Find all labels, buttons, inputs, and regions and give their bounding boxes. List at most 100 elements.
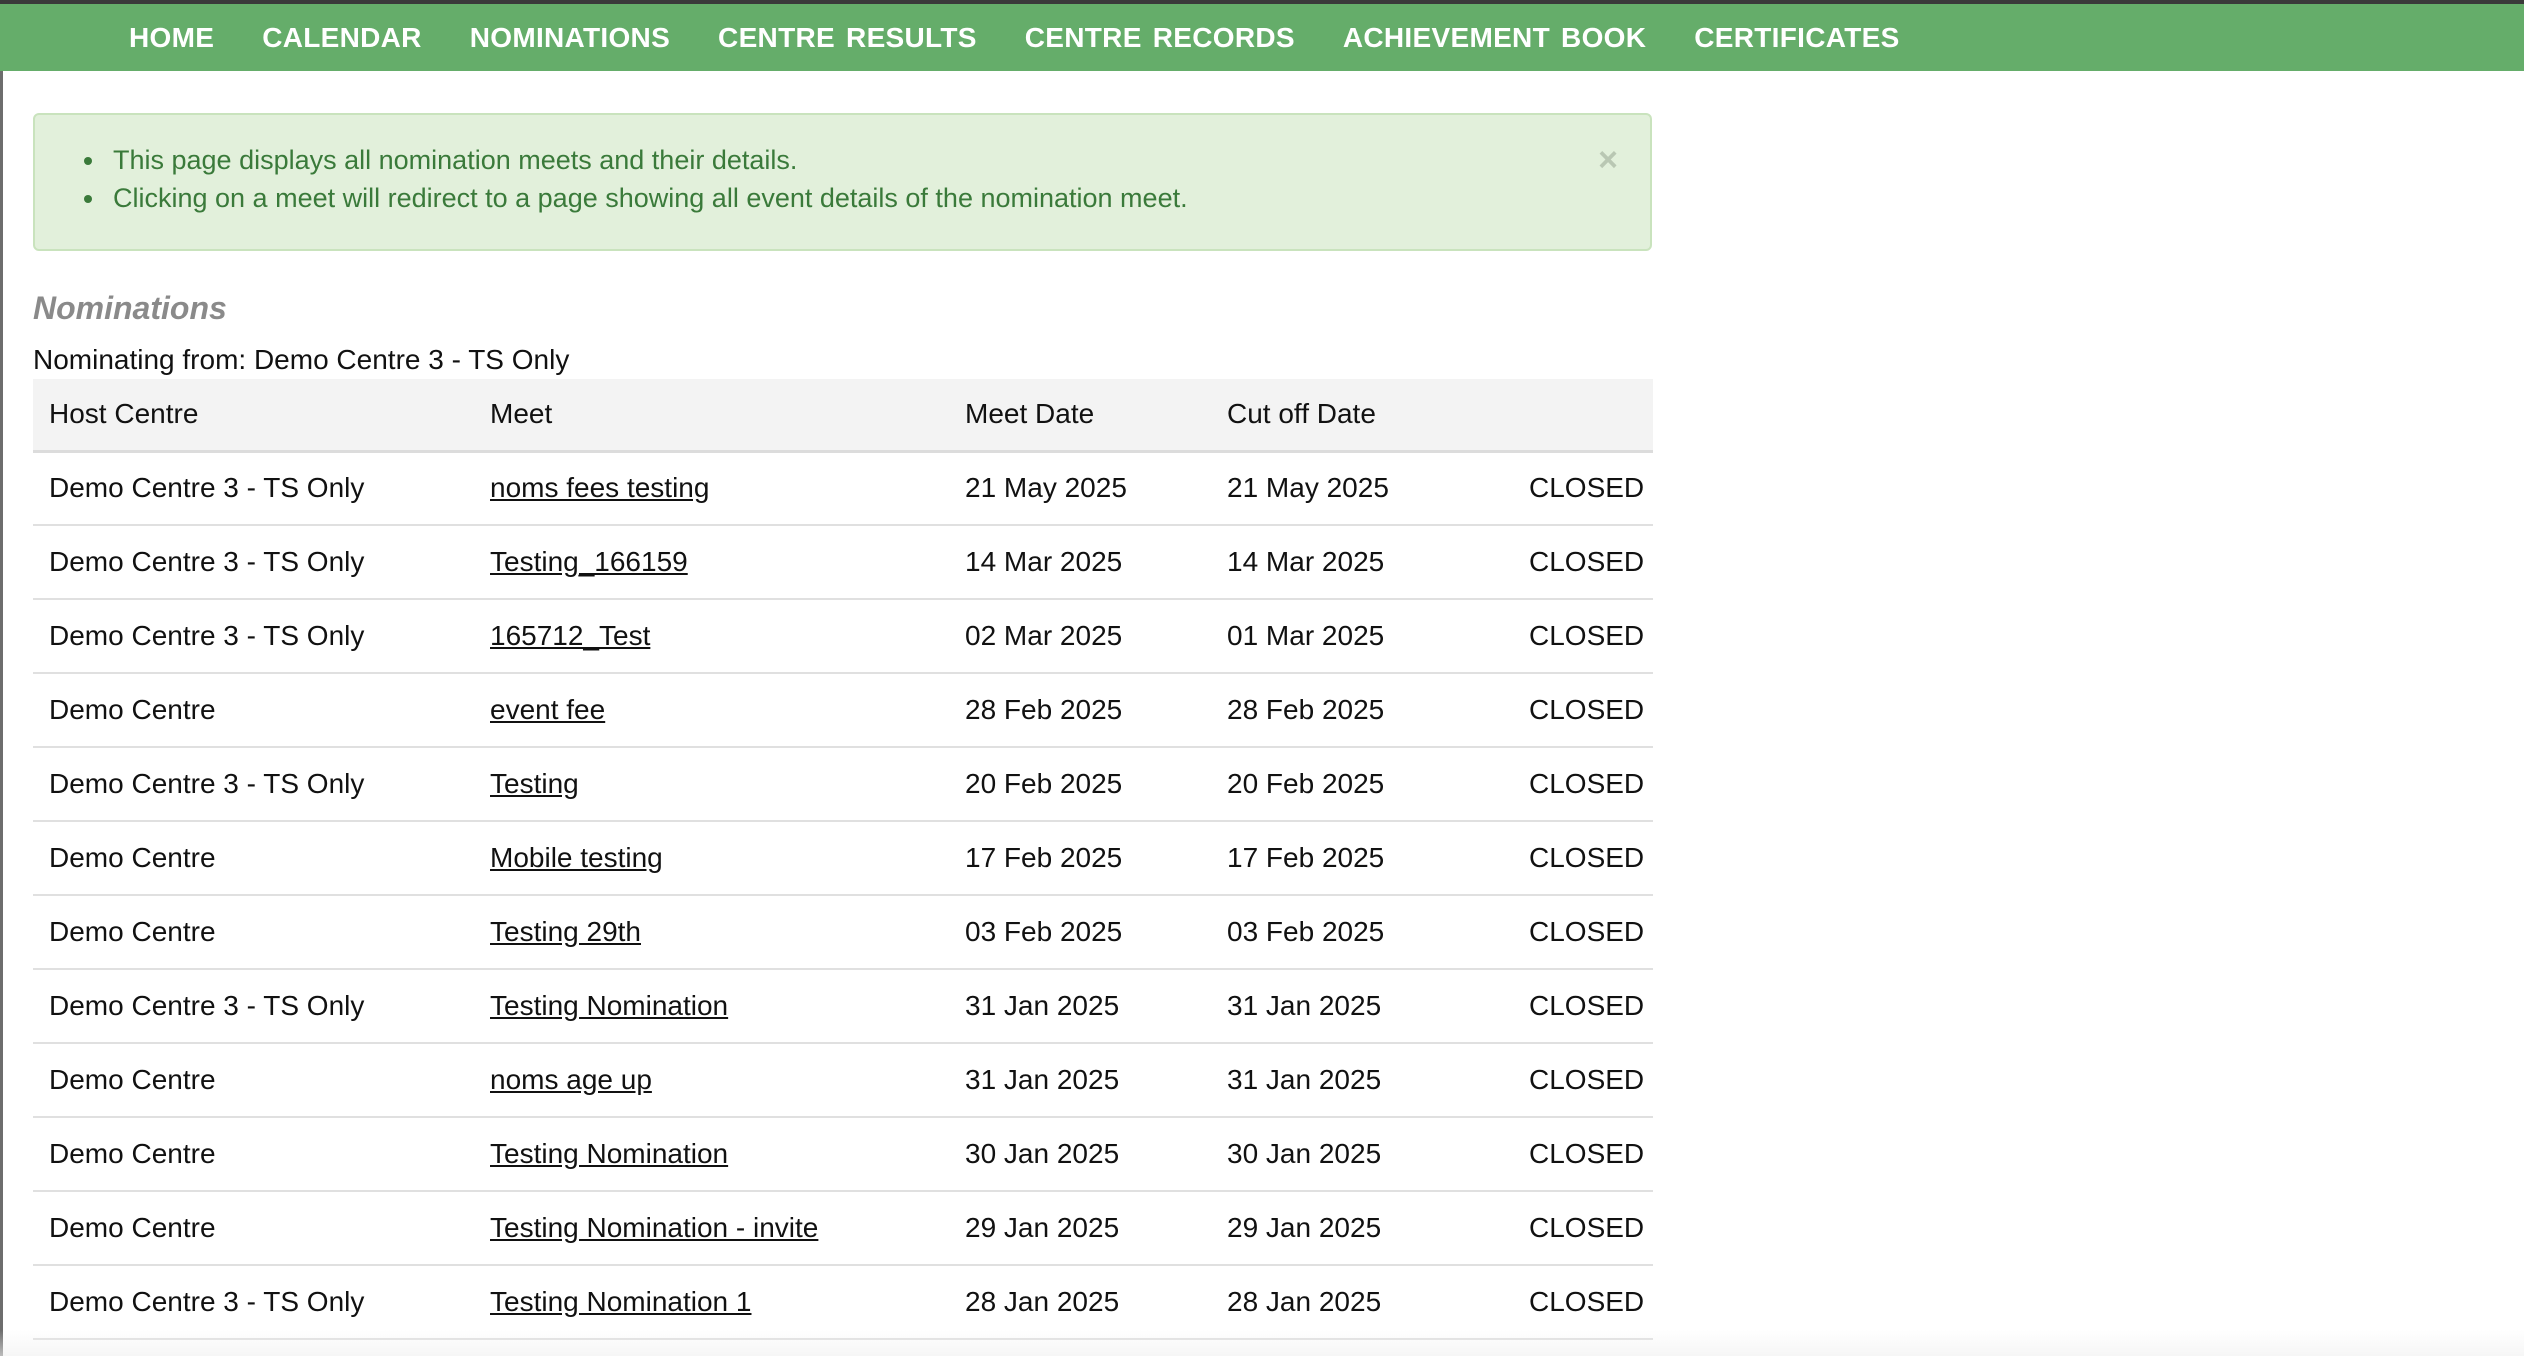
cell-status: CLOSED	[1513, 1117, 1653, 1192]
cell-meet: 165712_Test	[474, 599, 949, 674]
cell-meet: Testing Nomination	[474, 969, 949, 1044]
close-icon[interactable]: ×	[1598, 143, 1618, 177]
cell-cutoff-date: 31 Jan 2025	[1211, 1043, 1513, 1118]
nav-achievement-book[interactable]: ACHIEVEMENT BOOK	[1343, 22, 1646, 54]
cell-host-centre: Demo Centre 3 - TS Only	[33, 1265, 474, 1340]
cell-cutoff-date: 14 Mar 2025	[1211, 525, 1513, 600]
table-body: Demo Centre 3 - TS Only noms fees testing…	[33, 451, 1653, 1340]
cell-meet: Testing_166159	[474, 525, 949, 600]
header-meet-date: Meet Date	[949, 379, 1211, 453]
table-row: Demo Centre Testing Nomination - invite 29…	[33, 1191, 1653, 1266]
cell-host-centre: Demo Centre 3 - TS Only	[33, 747, 474, 822]
cell-status: CLOSED	[1513, 451, 1653, 526]
cell-cutoff-date: 03 Feb 2025	[1211, 895, 1513, 970]
header-status	[1513, 379, 1653, 453]
cell-meet-date: 31 Jan 2025	[949, 969, 1211, 1044]
cell-host-centre: Demo Centre 3 - TS Only	[33, 599, 474, 674]
cell-status: CLOSED	[1513, 673, 1653, 748]
cell-status: CLOSED	[1513, 1191, 1653, 1266]
cell-host-centre: Demo Centre	[33, 895, 474, 970]
cell-status: CLOSED	[1513, 969, 1653, 1044]
cell-cutoff-date: 29 Jan 2025	[1211, 1191, 1513, 1266]
table-row: Demo Centre 3 - TS Only Testing Nominatio…	[33, 1265, 1653, 1340]
table-row: Demo Centre 3 - TS Only Testing Nominatio…	[33, 969, 1653, 1044]
meet-link[interactable]: Testing Nomination	[490, 990, 728, 1021]
nav-centre-records[interactable]: CENTRE RECORDS	[1025, 22, 1295, 54]
meet-link[interactable]: 165712_Test	[490, 620, 650, 651]
table-row: Demo Centre noms age up 31 Jan 2025 31 Jan …	[33, 1043, 1653, 1118]
cell-meet: Testing	[474, 747, 949, 822]
table-row: Demo Centre Testing Nomination 30 Jan 2025…	[33, 1117, 1653, 1192]
cell-host-centre: Demo Centre	[33, 1117, 474, 1192]
cell-meet: Mobile testing	[474, 821, 949, 896]
cell-meet: noms age up	[474, 1043, 949, 1118]
page-title: Nominations	[33, 290, 227, 326]
alert-item: Clicking on a meet will redirect to a pa…	[107, 179, 1650, 217]
meet-link[interactable]: noms age up	[490, 1064, 652, 1095]
cell-cutoff-date: 31 Jan 2025	[1211, 969, 1513, 1044]
meet-link[interactable]: Testing Nomination 1	[490, 1286, 751, 1317]
header-cutoff-date: Cut off Date	[1211, 379, 1513, 453]
alert-item: This page displays all nomination meets …	[107, 141, 1650, 179]
nav-home[interactable]: HOME	[129, 22, 214, 54]
table-row: Demo Centre 3 - TS Only Testing 20 Feb 202…	[33, 747, 1653, 822]
meet-link[interactable]: event fee	[490, 694, 605, 725]
cell-meet: event fee	[474, 673, 949, 748]
cell-meet: Testing Nomination	[474, 1117, 949, 1192]
table-row: Demo Centre 3 - TS Only Testing_166159 14 …	[33, 525, 1653, 600]
meet-link[interactable]: Testing 29th	[490, 916, 641, 947]
cell-meet-date: 21 May 2025	[949, 451, 1211, 526]
cell-meet-date: 03 Feb 2025	[949, 895, 1211, 970]
cell-status: CLOSED	[1513, 599, 1653, 674]
header-meet: Meet	[474, 379, 949, 453]
meet-link[interactable]: Mobile testing	[490, 842, 663, 873]
cell-cutoff-date: 28 Feb 2025	[1211, 673, 1513, 748]
cell-meet-date: 02 Mar 2025	[949, 599, 1211, 674]
nav-nominations[interactable]: NOMINATIONS	[470, 22, 670, 54]
table-header: Host Centre Meet Meet Date Cut off Date	[33, 379, 1653, 453]
cell-cutoff-date: 28 Jan 2025	[1211, 1265, 1513, 1340]
table-row: Demo Centre Testing 29th 03 Feb 2025 03 Feb…	[33, 895, 1653, 970]
cell-host-centre: Demo Centre	[33, 1043, 474, 1118]
cell-meet: Testing 29th	[474, 895, 949, 970]
cell-meet-date: 20 Feb 2025	[949, 747, 1211, 822]
table-row: Demo Centre 3 - TS Only noms fees testing…	[33, 451, 1653, 526]
cell-status: CLOSED	[1513, 821, 1653, 896]
cell-status: CLOSED	[1513, 1265, 1653, 1340]
meet-link[interactable]: noms fees testing	[490, 472, 709, 503]
nav-calendar[interactable]: CALENDAR	[262, 22, 422, 54]
table-row: Demo Centre 3 - TS Only 165712_Test 02 Mar…	[33, 599, 1653, 674]
cell-host-centre: Demo Centre 3 - TS Only	[33, 451, 474, 526]
cell-meet-date: 28 Jan 2025	[949, 1265, 1211, 1340]
meet-link[interactable]: Testing_166159	[490, 546, 688, 577]
cell-status: CLOSED	[1513, 747, 1653, 822]
cell-host-centre: Demo Centre 3 - TS Only	[33, 525, 474, 600]
cell-status: CLOSED	[1513, 1043, 1653, 1118]
cell-host-centre: Demo Centre	[33, 673, 474, 748]
table-header-row: Host Centre Meet Meet Date Cut off Date	[33, 379, 1653, 453]
cell-cutoff-date: 01 Mar 2025	[1211, 599, 1513, 674]
cell-host-centre: Demo Centre	[33, 821, 474, 896]
cell-meet: Testing Nomination 1	[474, 1265, 949, 1340]
nominations-table: Host Centre Meet Meet Date Cut off Date …	[33, 379, 1653, 1340]
cell-cutoff-date: 21 May 2025	[1211, 451, 1513, 526]
table-row: Demo Centre event fee 28 Feb 2025 28 Feb 20…	[33, 673, 1653, 748]
cell-meet-date: 31 Jan 2025	[949, 1043, 1211, 1118]
nav-certificates[interactable]: CERTIFICATES	[1694, 22, 1899, 54]
cell-status: CLOSED	[1513, 895, 1653, 970]
cell-cutoff-date: 20 Feb 2025	[1211, 747, 1513, 822]
cell-meet-date: 30 Jan 2025	[949, 1117, 1211, 1192]
alert-list: This page displays all nomination meets …	[35, 115, 1650, 217]
cell-cutoff-date: 30 Jan 2025	[1211, 1117, 1513, 1192]
cell-meet: Testing Nomination - invite	[474, 1191, 949, 1266]
cell-meet-date: 14 Mar 2025	[949, 525, 1211, 600]
meet-link[interactable]: Testing Nomination	[490, 1138, 728, 1169]
meet-link[interactable]: Testing Nomination - invite	[490, 1212, 818, 1243]
header-host-centre: Host Centre	[33, 379, 474, 453]
table-row: Demo Centre Mobile testing 17 Feb 2025 17 F…	[33, 821, 1653, 896]
nav-centre-results[interactable]: CENTRE RESULTS	[718, 22, 977, 54]
meet-link[interactable]: Testing	[490, 768, 579, 799]
cell-cutoff-date: 17 Feb 2025	[1211, 821, 1513, 896]
page-left-border	[0, 71, 3, 1356]
cell-host-centre: Demo Centre 3 - TS Only	[33, 969, 474, 1044]
